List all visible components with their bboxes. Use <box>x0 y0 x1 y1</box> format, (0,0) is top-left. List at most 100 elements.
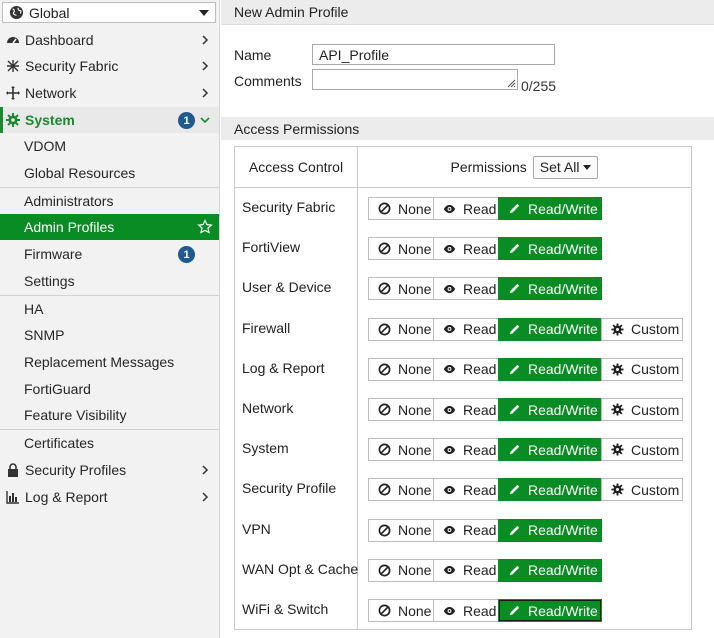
read-write-button[interactable]: Read/Write <box>498 197 602 220</box>
permission-row-label: Security Fabric <box>242 199 336 215</box>
custom-button[interactable]: Custom <box>601 398 683 421</box>
sidebar-item-system[interactable]: System 1 <box>0 107 219 133</box>
access-permissions-header: Access Permissions <box>221 117 714 140</box>
none-button[interactable]: None <box>368 478 434 502</box>
read-write-button[interactable]: Read/Write <box>498 237 602 261</box>
button-label: Custom <box>631 401 680 418</box>
sidebar-item-replacement-messages[interactable]: Replacement Messages <box>0 349 219 375</box>
permission-row-fortiview: FortiView None Read Read/Write <box>235 228 691 268</box>
pencil-icon <box>508 564 521 577</box>
sidebar-item-global-resources[interactable]: Global Resources <box>0 160 219 186</box>
sidebar-item-security-profiles[interactable]: Security Profiles <box>0 457 219 483</box>
read-button[interactable]: Read <box>433 277 499 301</box>
read-write-button[interactable]: Read/Write <box>498 558 602 582</box>
sidebar-item-dashboard[interactable]: Dashboard <box>0 27 219 53</box>
star-icon[interactable] <box>197 219 213 235</box>
sidebar-item-security-fabric[interactable]: Security Fabric <box>0 53 219 79</box>
permission-button-group: None Read Read/Write Custom <box>368 317 683 341</box>
notification-badge: 1 <box>178 246 195 263</box>
none-button[interactable]: None <box>368 277 434 301</box>
button-label: None <box>398 441 432 458</box>
read-button[interactable]: Read <box>433 197 499 220</box>
button-label: Read/Write <box>528 240 598 257</box>
read-write-button[interactable]: Read/Write <box>498 398 602 421</box>
read-button[interactable]: Read <box>433 237 499 261</box>
lock-icon <box>6 463 20 477</box>
button-label: Read <box>463 481 497 498</box>
read-button[interactable]: Read <box>433 357 499 381</box>
sidebar-item-vdom[interactable]: VDOM <box>0 133 219 159</box>
network-icon <box>6 86 20 100</box>
sidebar-item-label: VDOM <box>24 138 66 154</box>
none-button[interactable]: None <box>368 357 434 381</box>
gear-icon <box>611 483 624 496</box>
none-button[interactable]: None <box>368 398 434 421</box>
read-write-button[interactable]: Read/Write <box>498 599 602 622</box>
eye-icon <box>443 242 456 255</box>
sidebar-item-certificates[interactable]: Certificates <box>0 429 219 455</box>
none-button[interactable]: None <box>368 438 434 462</box>
custom-button[interactable]: Custom <box>601 357 683 381</box>
chevron-down-icon <box>583 164 592 170</box>
button-label: Read <box>463 602 497 619</box>
sidebar-item-label: Feature Visibility <box>24 407 127 423</box>
sidebar-item-settings[interactable]: Settings <box>0 268 219 294</box>
pencil-icon <box>508 323 521 336</box>
sidebar-item-label: FortiGuard <box>24 381 91 397</box>
set-all-dropdown[interactable]: Set All <box>532 155 599 179</box>
sidebar-item-admin-profiles[interactable]: Admin Profiles <box>0 214 219 240</box>
sidebar-item-label: Global Resources <box>24 165 136 181</box>
comments-field[interactable] <box>312 69 518 90</box>
sidebar-item-log-report[interactable]: Log & Report <box>0 484 219 510</box>
read-write-button[interactable]: Read/Write <box>498 277 602 301</box>
read-button[interactable]: Read <box>433 518 499 542</box>
sidebar-item-network[interactable]: Network <box>0 80 219 106</box>
none-button[interactable]: None <box>368 599 434 622</box>
sidebar-item-fortiguard[interactable]: FortiGuard <box>0 376 219 402</box>
sidebar-item-ha[interactable]: HA <box>0 295 219 321</box>
custom-button[interactable]: Custom <box>601 438 683 462</box>
button-label: Custom <box>631 441 680 458</box>
read-write-button[interactable]: Read/Write <box>498 438 602 462</box>
none-button[interactable]: None <box>368 558 434 582</box>
read-button[interactable]: Read <box>433 438 499 462</box>
sidebar-item-feature-visibility[interactable]: Feature Visibility <box>0 402 219 428</box>
read-write-button[interactable]: Read/Write <box>498 478 602 502</box>
button-label: Read/Write <box>528 522 598 539</box>
resize-grip-icon[interactable] <box>506 78 516 88</box>
sidebar-item-administrators[interactable]: Administrators <box>0 187 219 213</box>
sidebar-item-label: Security Profiles <box>25 462 127 478</box>
permission-row-security-fabric: Security Fabric None Read Read/Write <box>235 188 691 228</box>
read-button[interactable]: Read <box>433 599 499 622</box>
pencil-icon <box>508 604 521 617</box>
permission-row-firewall: Firewall None Read Read/Write Custom <box>235 309 691 349</box>
sidebar-item-snmp[interactable]: SNMP <box>0 322 219 348</box>
permission-button-group: None Read Read/Write <box>368 237 602 261</box>
name-field[interactable]: API_Profile <box>312 44 555 65</box>
custom-button[interactable]: Custom <box>601 478 683 502</box>
pencil-icon <box>508 483 521 496</box>
none-button[interactable]: None <box>368 237 434 261</box>
eye-icon <box>443 524 456 537</box>
read-write-button[interactable]: Read/Write <box>498 518 602 542</box>
gear-icon <box>6 113 20 127</box>
none-button[interactable]: None <box>368 197 434 220</box>
read-write-button[interactable]: Read/Write <box>498 317 602 341</box>
read-write-button[interactable]: Read/Write <box>498 357 602 381</box>
read-button[interactable]: Read <box>433 478 499 502</box>
chevron-right-icon <box>202 61 209 71</box>
name-label: Name <box>234 47 272 63</box>
read-button[interactable]: Read <box>433 558 499 582</box>
none-button[interactable]: None <box>368 518 434 542</box>
sidebar-item-firmware[interactable]: Firmware 1 <box>0 241 219 267</box>
comments-counter: 0/255 <box>521 78 557 94</box>
custom-button[interactable]: Custom <box>601 317 683 341</box>
none-button[interactable]: None <box>368 317 434 341</box>
read-button[interactable]: Read <box>433 398 499 421</box>
chevron-right-icon <box>202 88 209 98</box>
vdom-selector[interactable]: Global <box>2 2 216 23</box>
button-label: Read <box>463 321 497 338</box>
button-label: None <box>398 200 432 217</box>
permission-row-label: Log & Report <box>242 359 325 376</box>
read-button[interactable]: Read <box>433 317 499 341</box>
